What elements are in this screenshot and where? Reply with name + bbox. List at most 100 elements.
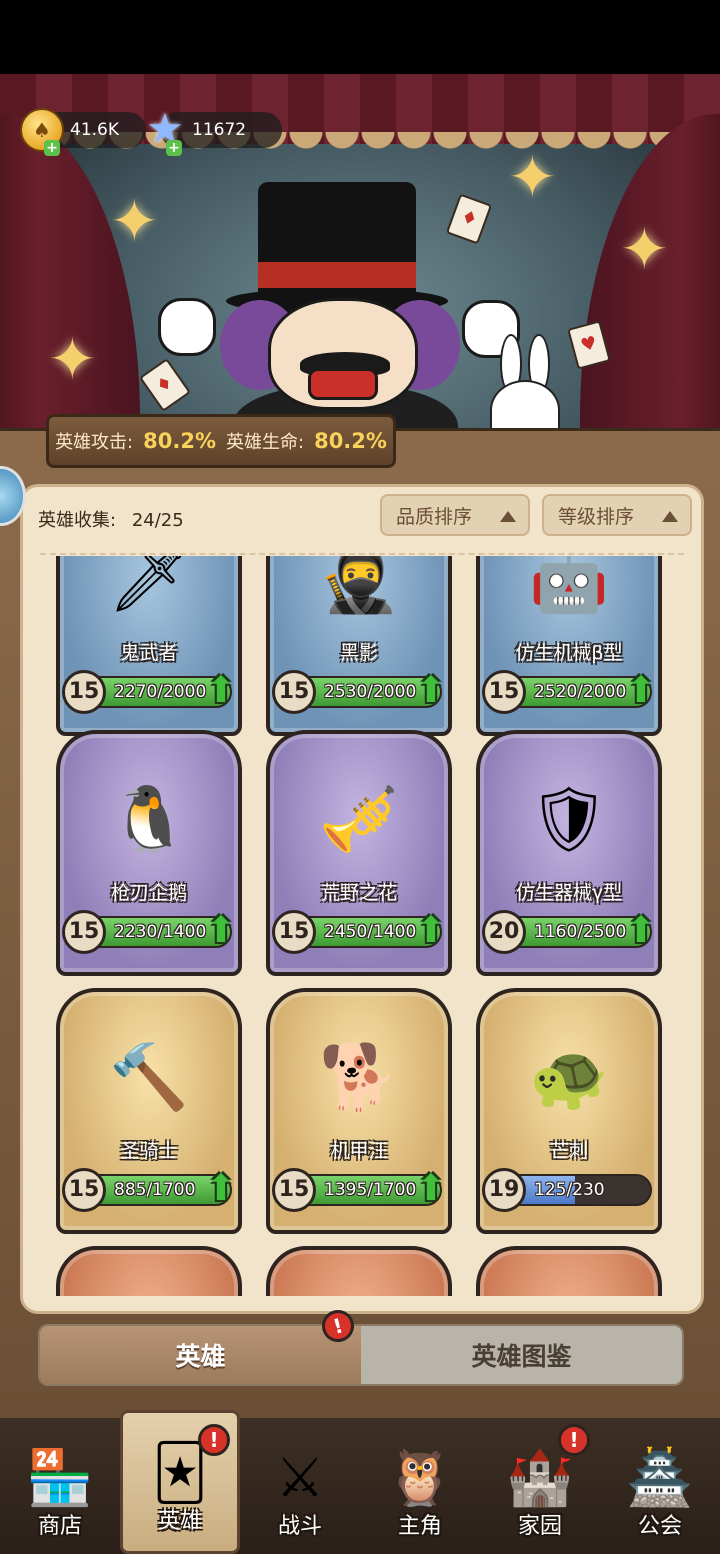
robot-beta-icon: 🤖 <box>529 556 609 617</box>
ronin-demon-icon: 🗡 <box>108 556 190 617</box>
magician-hat-band <box>258 262 416 288</box>
sort-arrow-icon <box>662 511 678 522</box>
hero-card[interactable]: 🔨 圣骑士 885/1700 15 ⬆ <box>56 988 242 1234</box>
gold-amount: 41.6K <box>70 120 119 140</box>
hero-level-badge: 15 <box>272 1168 316 1212</box>
collection-count: 24/25 <box>131 510 184 531</box>
divider <box>40 553 684 555</box>
nav-shop[interactable]: 🏪 商店 <box>0 1418 120 1554</box>
paladin-icon: 🔨 <box>109 1041 189 1115</box>
hero-card[interactable]: 🎺 荒野之花 2450/1400 15 ⬆ <box>266 730 452 976</box>
cowboy-dog-icon: 🐕 <box>319 1041 399 1115</box>
sparkle-icon: ✦ <box>508 143 557 211</box>
sparkle-icon: ✦ <box>48 325 97 393</box>
sort-by-quality-button[interactable]: 品质排序 <box>380 494 530 536</box>
hero-name: 机甲汪 <box>330 1140 388 1162</box>
sort-arrow-icon <box>500 511 516 522</box>
guild-banner-icon: 🏯 <box>626 1446 694 1509</box>
upgrade-arrow-icon[interactable]: ⬆ <box>624 672 658 710</box>
attack-bonus-value: 80.2% <box>143 429 216 453</box>
tab-heroes[interactable]: 英雄 <box>40 1326 361 1384</box>
protagonist-icon: 🦉 <box>386 1446 454 1509</box>
shop-icon: 🏪 <box>26 1446 94 1509</box>
hero-card-frame <box>56 1246 242 1296</box>
tab-hero-codex[interactable]: 英雄图鉴 <box>361 1326 682 1384</box>
hero-card[interactable]: 🐧 枪刃企鹅 2230/1400 15 ⬆ <box>56 730 242 976</box>
upgrade-arrow-icon[interactable]: ⬆ <box>414 912 448 950</box>
hero-card[interactable]: 🗡 鬼武者 2270/2000 15 ⬆ <box>56 556 242 736</box>
hero-card-partial[interactable] <box>476 1246 662 1296</box>
hero-level-badge: 15 <box>62 670 106 714</box>
hero-card[interactable]: 🤖 仿生机械β型 2520/2000 15 ⬆ <box>476 556 662 736</box>
hero-card-partial[interactable] <box>266 1246 452 1296</box>
nav-battle[interactable]: ⚔ 战斗 <box>240 1418 360 1554</box>
hero-card-partial[interactable] <box>56 1246 242 1296</box>
hero-level-badge: 15 <box>482 670 526 714</box>
hero-name: 黑影 <box>339 642 378 664</box>
alert-badge-icon: ! <box>198 1424 230 1456</box>
hero-bonus-plaque: 英雄攻击: 80.2% 英雄生命: 80.2% <box>46 414 396 468</box>
bottom-nav: 🏪 商店 🃏 英雄 ⚔ 战斗 🦉 主角 🏰 家园 🏯 公会 <box>0 1410 720 1554</box>
add-gems-icon[interactable]: + <box>166 140 182 156</box>
hero-card[interactable]: 🛡 仿生器械γ型 1160/2500 20 ⬆ <box>476 730 662 976</box>
hero-level-badge: 15 <box>62 910 106 954</box>
sparkle-icon: ✦ <box>620 215 669 283</box>
pirate-girl-icon: 🎺 <box>319 783 399 857</box>
knight-penguin-icon: 🐧 <box>109 783 189 857</box>
hero-card[interactable]: 🐢 芒刺 125/230 19 <box>476 988 662 1234</box>
hero-level-badge: 19 <box>482 1168 526 1212</box>
hero-name: 荒野之花 <box>320 882 397 904</box>
nav-label: 主角 <box>397 1514 442 1539</box>
nav-label: 战斗 <box>277 1514 322 1539</box>
hero-card-frame <box>476 1246 662 1296</box>
attack-bonus-label: 英雄攻击: <box>55 432 134 453</box>
hero-name: 圣骑士 <box>120 1140 178 1162</box>
sparkle-icon: ✦ <box>110 187 159 255</box>
hero-progress-text: 125/230 <box>534 1180 605 1200</box>
hero-card-frame <box>266 1246 452 1296</box>
upgrade-arrow-icon[interactable]: ⬆ <box>414 1170 448 1208</box>
hero-name: 仿生器械γ型 <box>515 882 623 904</box>
hp-bonus-label: 英雄生命: <box>226 432 305 453</box>
glove-icon <box>158 298 216 356</box>
alert-badge-icon: ! <box>558 1424 590 1456</box>
hero-name: 仿生机械β型 <box>515 642 623 664</box>
upgrade-arrow-icon[interactable]: ⬆ <box>204 912 238 950</box>
status-bar <box>0 0 720 74</box>
hero-grid[interactable]: 🗡 鬼武者 2270/2000 15 ⬆ 🥷 黑影 2530/2000 15 ⬆ 🤖 仿生机械β型 25… <box>20 556 704 1296</box>
hero-name: 鬼武者 <box>120 642 178 664</box>
collection-label: 英雄收集: 24/25 <box>38 506 184 532</box>
hero-name: 芒刺 <box>549 1140 588 1162</box>
nav-protagonist[interactable]: 🦉 主角 <box>360 1418 480 1554</box>
upgrade-arrow-icon[interactable]: ⬆ <box>204 1170 238 1208</box>
ninja-icon: 🥷 <box>319 556 399 617</box>
hero-card[interactable]: 🐕 机甲汪 1395/1700 15 ⬆ <box>266 988 452 1234</box>
hp-bonus-value: 80.2% <box>314 429 387 453</box>
battle-icon: ⚔ <box>275 1446 325 1509</box>
hero-level-badge: 15 <box>272 910 316 954</box>
sort-by-level-label: 等级排序 <box>558 505 635 528</box>
spiky-turtle-icon: 🐢 <box>529 1041 609 1115</box>
collection-bar: 英雄收集: 24/25 品质排序 等级排序 <box>20 486 704 548</box>
sort-by-level-button[interactable]: 等级排序 <box>542 494 692 536</box>
hero-tabs: 英雄 英雄图鉴 <box>38 1324 684 1386</box>
collection-label-text: 英雄收集: <box>38 510 117 531</box>
nav-label: 公会 <box>637 1514 682 1539</box>
add-gold-icon[interactable]: + <box>44 140 60 156</box>
upgrade-arrow-icon[interactable]: ⬆ <box>414 672 448 710</box>
upgrade-arrow-icon[interactable]: ⬆ <box>624 912 658 950</box>
sort-by-quality-label: 品质排序 <box>396 505 473 528</box>
upgrade-arrow-icon[interactable]: ⬆ <box>204 672 238 710</box>
hero-level-badge: 15 <box>62 1168 106 1212</box>
hero-card[interactable]: 🥷 黑影 2530/2000 15 ⬆ <box>266 556 452 736</box>
hero-level-badge: 15 <box>272 670 316 714</box>
nav-label: 商店 <box>37 1514 82 1539</box>
robot-gamma-icon: 🛡 <box>528 783 610 857</box>
nav-guild[interactable]: 🏯 公会 <box>600 1418 720 1554</box>
hero-level-badge: 20 <box>482 910 526 954</box>
gem-amount: 11672 <box>192 120 247 140</box>
hero-name: 枪刃企鹅 <box>110 882 187 904</box>
nav-label: 英雄 <box>157 1509 202 1534</box>
magician-bowtie <box>308 368 378 400</box>
nav-label: 家园 <box>517 1514 562 1539</box>
